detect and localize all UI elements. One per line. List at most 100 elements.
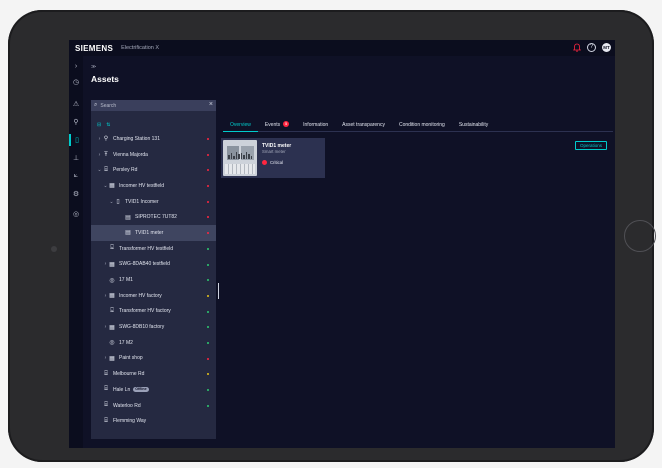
tree-item-label: Paint shop (119, 355, 143, 362)
critical-status-icon (262, 160, 267, 165)
tablet-home-button[interactable] (624, 220, 656, 252)
tablet-camera (51, 246, 57, 252)
tree-item[interactable]: › ▦ SWG-8DAB40 testfield (91, 257, 216, 273)
tree-item-label: TVID1 Incomer (125, 198, 159, 205)
breadcrumb[interactable]: ≫ (91, 64, 96, 70)
asset-type-icon: ▤ (125, 230, 131, 237)
tree-item[interactable]: ⌺ Transformer HV testfield (91, 241, 216, 257)
status-indicator (207, 263, 209, 266)
asset-type-icon: ▤ (125, 214, 131, 221)
tree-item-label: Flemming Way (113, 418, 147, 425)
tree-item-label: Incomer HV factory (119, 292, 162, 299)
user-avatar[interactable]: MT (602, 43, 611, 52)
asset-tree-panel: ⌕ × ⊟ ⇅ ›⚲Charging Station 131›ŦVienna M… (91, 100, 216, 439)
tab-label: Condition monitoring (398, 122, 445, 128)
app-screen: SIEMENS Electrification X ? MT › ◷ ⚠ ⚲ ▯… (69, 40, 615, 448)
status-indicator (207, 153, 209, 156)
tab-events[interactable]: Events 5 (258, 120, 296, 132)
tree-item-label: 17 M1 (119, 277, 133, 284)
tree-item[interactable]: › ▦ Incomer HV factory (91, 288, 216, 304)
asset-type-icon: ▦ (109, 293, 115, 300)
search-input[interactable] (100, 102, 201, 109)
tab-asset-transparency[interactable]: Asset transparency (335, 120, 392, 132)
status-indicator (207, 200, 209, 203)
status-indicator (207, 169, 209, 172)
asset-type-icon: ⌺ (110, 307, 114, 314)
tree-item[interactable]: ⌄ ▯ TVID1 Incomer (91, 194, 216, 210)
tree-item[interactable]: ⌺ Transformer HV factory (91, 304, 216, 320)
location-icon[interactable]: ⚲ (69, 116, 83, 128)
tree-item[interactable]: ⌄ ▦ Incomer HV testfield (91, 178, 216, 194)
help-icon[interactable]: ? (587, 43, 596, 52)
status-indicator (207, 185, 209, 188)
status-indicator (207, 404, 209, 407)
tree-item-label: Transformer HV testfield (119, 245, 173, 252)
asset-type-icon: ⌸ (104, 370, 108, 377)
home-icon[interactable]: ◷ (69, 76, 83, 88)
status-indicator (207, 279, 209, 282)
app-name: Electrification X (121, 45, 160, 51)
tree-item[interactable]: › ▦ Paint shop (91, 351, 216, 367)
tree-item[interactable]: ▤ SIPROTEC 7UT82 (91, 209, 216, 225)
asset-type-icon: ⌸ (104, 402, 108, 409)
tree-item-label: Melbourne Rd (113, 371, 145, 378)
top-bar: SIEMENS Electrification X ? MT (69, 40, 615, 56)
expand-icon[interactable]: › (69, 60, 83, 72)
tree-item-label: Hale Ln (113, 386, 131, 393)
panel-resize-handle[interactable] (218, 283, 219, 299)
gear-icon[interactable]: ⚙ (69, 188, 83, 200)
analytics-icon[interactable]: ⟀ (69, 170, 83, 182)
hierarchy-icon[interactable]: ⊥ (69, 152, 83, 164)
notification-bell-icon[interactable] (573, 43, 581, 52)
asset-type-icon: Ŧ (104, 151, 108, 158)
status-indicator (207, 326, 209, 329)
tree-item-label: 17 M2 (119, 339, 133, 346)
brand-logo: SIEMENS (75, 43, 114, 53)
operations-button[interactable]: Operations (575, 141, 608, 150)
tree-item[interactable]: ◎ 17 M2 (91, 335, 216, 351)
filter-icon[interactable]: ⇅ (106, 122, 110, 128)
collapse-all-icon[interactable]: ⊟ (97, 122, 101, 128)
tree-item[interactable]: › ⚲ Charging Station 131 (91, 131, 216, 147)
tree-item-label: SIPROTEC 7UT82 (135, 214, 177, 221)
asset-card-status: Critical (262, 160, 283, 165)
status-indicator (207, 341, 209, 344)
tree-item[interactable]: ▤ TVID1 meter (91, 225, 216, 241)
tree-item[interactable]: ⌸ Melbourne Rd (91, 366, 216, 382)
tree-item[interactable]: ⌄ ⌸ Persley Rd (91, 162, 216, 178)
tree-item[interactable]: › Ŧ Vienna Majorda (91, 147, 216, 163)
clear-search-icon[interactable]: × (209, 101, 213, 108)
tab-condition-monitoring[interactable]: Condition monitoring (392, 120, 452, 132)
tree-item[interactable]: ⌸ Flemming Way (91, 413, 216, 429)
tree-item[interactable]: ⌸ Waterloo Rd (91, 398, 216, 414)
asset-type-icon: ▦ (109, 261, 115, 268)
assets-icon[interactable]: ▯ (69, 134, 83, 146)
status-indicator (207, 310, 209, 313)
cycle-icon[interactable]: ◎ (69, 208, 83, 220)
asset-type-icon: ▦ (109, 183, 115, 190)
tab-label: Asset transparency (342, 122, 385, 128)
page-title: Assets (91, 74, 119, 84)
status-label: Critical (270, 160, 284, 165)
asset-tree: › ⚲ Charging Station 131 › Ŧ Vienna Majorda ⌄ ⌸… (91, 131, 216, 429)
asset-type-icon: ⌸ (104, 417, 108, 424)
detail-tabs: Overview Events 5 Information Asset transpar… (223, 120, 613, 132)
tree-item[interactable]: › ▦ SWG-8DB10 factory (91, 319, 216, 335)
asset-card[interactable]: TVID1 meter Smart meter Critical (221, 138, 325, 178)
asset-type-icon: ⚲ (103, 136, 109, 143)
status-indicator (207, 373, 209, 376)
tree-item[interactable]: ⌸ Hale Ln Offline (91, 382, 216, 398)
tab-overview[interactable]: Overview (223, 120, 258, 132)
asset-type-icon: ▦ (109, 324, 115, 331)
tree-item[interactable]: ◎ 17 M1 (91, 272, 216, 288)
tree-item-label: Vienna Majorda (113, 151, 148, 158)
asset-type-icon: ⌸ (104, 386, 108, 393)
tree-item-label: SWG-8DAB40 testfield (119, 261, 170, 268)
smart-meter-image (223, 140, 257, 176)
tab-information[interactable]: Information (296, 120, 335, 132)
tree-item-label: SWG-8DB10 factory (119, 324, 165, 331)
asset-type-icon: ◎ (109, 277, 115, 284)
asset-type-icon: ◎ (109, 340, 115, 347)
tab-sustainability[interactable]: Sustainability (452, 120, 495, 132)
alarm-icon[interactable]: ⚠ (69, 98, 83, 110)
